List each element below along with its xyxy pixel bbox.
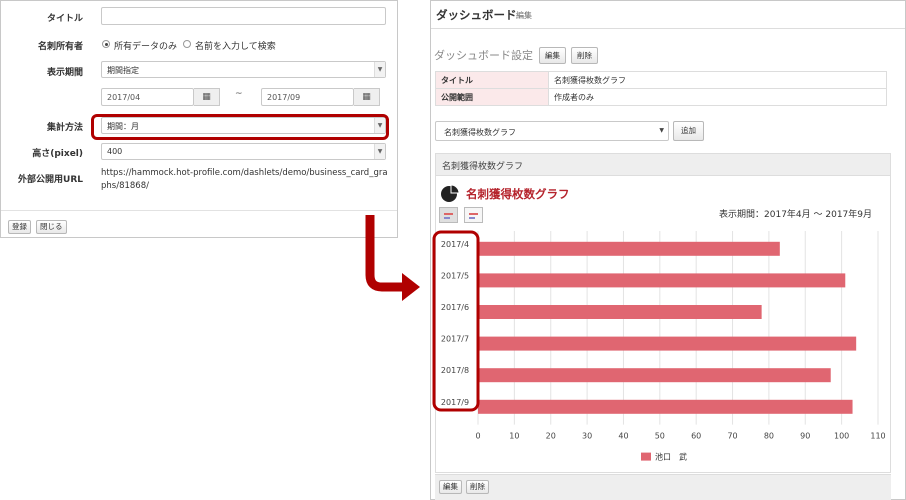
height-select-value: 400 bbox=[107, 147, 123, 156]
x-tick-label: 60 bbox=[691, 432, 701, 441]
dashboard-panel: ダッシュボード 編集 ダッシュボード設定 編集 削除 タイトル 名刺獲得枚数グラ… bbox=[430, 0, 906, 500]
period-label: 表示期間 bbox=[46, 68, 83, 78]
owner-search-label: 名前を入力して検索 bbox=[195, 42, 276, 52]
x-tick-label: 20 bbox=[546, 432, 556, 441]
table-row: タイトル 名刺獲得枚数グラフ bbox=[435, 71, 887, 89]
chevron-down-icon: ▼ bbox=[659, 127, 664, 134]
y-axis-highlight-box bbox=[432, 230, 480, 412]
bar bbox=[478, 336, 857, 351]
dashboard-header: ダッシュボード 編集 bbox=[431, 1, 905, 29]
owner-own-label: 所有データのみ bbox=[114, 42, 178, 52]
date-from-input[interactable]: 2017/04 bbox=[101, 88, 194, 106]
bar bbox=[478, 368, 831, 383]
y-tick-label: 2017/9 bbox=[441, 398, 469, 407]
dashboard-info-table: タイトル 名刺獲得枚数グラフ 公開範囲 作成者のみ bbox=[435, 71, 887, 106]
widget-edit-button[interactable]: 編集 bbox=[439, 480, 462, 494]
x-tick-label: 70 bbox=[727, 432, 737, 441]
dashlet-select-value: 名刺獲得枚数グラフ bbox=[444, 128, 516, 137]
register-button[interactable]: 登録 bbox=[8, 220, 31, 234]
widget-header: 名刺獲得枚数グラフ bbox=[436, 154, 890, 176]
date-range-tilde: ~ bbox=[235, 89, 243, 99]
calendar-icon[interactable]: ▦ bbox=[354, 88, 380, 106]
owner-label: 名刺所有者 bbox=[37, 42, 83, 52]
table-key: 公開範囲 bbox=[435, 88, 549, 106]
bar bbox=[478, 399, 853, 414]
close-button[interactable]: 閉じる bbox=[36, 220, 67, 234]
flow-arrow bbox=[365, 215, 420, 301]
x-tick-label: 80 bbox=[764, 432, 774, 441]
x-tick-label: 30 bbox=[582, 432, 592, 441]
y-tick-label: 2017/8 bbox=[441, 366, 469, 375]
settings-delete-button[interactable]: 削除 bbox=[571, 47, 598, 64]
settings-form: タイトル 名刺所有者 所有データのみ 名前を入力して検索 表示期間 期間指定 ▼… bbox=[0, 0, 398, 238]
y-tick-label: 2017/6 bbox=[441, 303, 469, 312]
y-tick-label: 2017/7 bbox=[441, 335, 469, 344]
pie-chart-icon bbox=[441, 184, 460, 202]
chevron-down-icon: ▼ bbox=[374, 62, 385, 77]
widget-footer: 編集 削除 bbox=[435, 474, 891, 500]
form-divider bbox=[1, 210, 397, 211]
legend-label: 池口 武 bbox=[655, 452, 687, 462]
x-tick-label: 90 bbox=[800, 432, 810, 441]
legend-swatch bbox=[641, 452, 651, 461]
calendar-icon[interactable]: ▦ bbox=[194, 88, 220, 106]
x-tick-label: 110 bbox=[870, 432, 885, 441]
bar bbox=[478, 305, 762, 319]
title-input[interactable] bbox=[101, 7, 386, 25]
y-tick-label: 2017/5 bbox=[441, 271, 469, 280]
y-tick-label: 2017/4 bbox=[441, 240, 469, 249]
add-button[interactable]: 追加 bbox=[673, 121, 704, 141]
dashboard-title: ダッシュボード bbox=[436, 8, 517, 22]
x-tick-label: 40 bbox=[618, 432, 628, 441]
display-period: 表示期間：2017年4月 〜 2017年9月 bbox=[719, 210, 872, 220]
x-tick-label: 10 bbox=[509, 432, 519, 441]
x-tick-label: 0 bbox=[475, 432, 480, 441]
bar-chart-toggle-icon[interactable] bbox=[439, 207, 458, 223]
chart-title: 名刺獲得枚数グラフ bbox=[466, 187, 570, 201]
table-value: 名刺獲得枚数グラフ bbox=[548, 71, 887, 89]
bar bbox=[478, 241, 780, 256]
height-select[interactable]: 400 ▼ bbox=[101, 143, 386, 160]
aggregation-label: 集計方法 bbox=[46, 123, 83, 133]
table-value: 作成者のみ bbox=[548, 88, 887, 106]
chevron-down-icon: ▼ bbox=[374, 144, 385, 159]
stacked-chart-toggle-icon[interactable] bbox=[464, 207, 483, 223]
widget-delete-button[interactable]: 削除 bbox=[466, 480, 489, 494]
date-to-input[interactable]: 2017/09 bbox=[261, 88, 354, 106]
flow-arrow-line bbox=[365, 215, 405, 292]
public-url[interactable]: https://hammock.hot-profile.com/dashlets… bbox=[101, 167, 391, 193]
title-label: タイトル bbox=[46, 14, 83, 24]
height-label: 高さ(pixel) bbox=[32, 149, 83, 159]
aggregation-highlight-box bbox=[91, 114, 389, 140]
dashlet-select[interactable]: 名刺獲得枚数グラフ ▼ bbox=[435, 121, 669, 141]
url-label: 外部公開用URL bbox=[18, 175, 83, 185]
table-row: 公開範囲 作成者のみ bbox=[435, 88, 887, 106]
period-select[interactable]: 期間指定 ▼ bbox=[101, 61, 386, 78]
dashboard-edit-link[interactable]: 編集 bbox=[516, 10, 532, 21]
bar-chart: 0 10 20 30 40 50 60 70 80 90 100 110 2017/4 2017/5 201… bbox=[432, 230, 886, 462]
x-tick-label: 50 bbox=[655, 432, 665, 441]
widget-header-title: 名刺獲得枚数グラフ bbox=[442, 162, 524, 172]
owner-search-radio[interactable] bbox=[183, 40, 191, 48]
bar bbox=[478, 273, 846, 288]
flow-arrow-head bbox=[402, 273, 420, 301]
dashboard-settings-title: ダッシュボード設定 bbox=[434, 49, 533, 62]
table-key: タイトル bbox=[435, 71, 549, 89]
owner-own-radio[interactable] bbox=[102, 40, 110, 48]
settings-edit-button[interactable]: 編集 bbox=[539, 47, 566, 64]
period-select-value: 期間指定 bbox=[107, 66, 139, 75]
x-tick-label: 100 bbox=[834, 432, 849, 441]
